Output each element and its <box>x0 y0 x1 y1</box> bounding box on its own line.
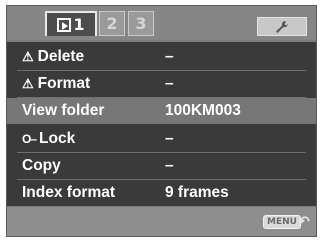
tab-label: 2 <box>106 14 118 33</box>
key-icon: O– <box>22 132 37 146</box>
menu-row-index-format[interactable]: Index format 9 frames <box>7 180 316 206</box>
tab-setup[interactable] <box>257 17 307 36</box>
tab-playback-1[interactable]: 1 <box>45 11 97 36</box>
return-arrow-icon: ↶ <box>298 213 310 229</box>
tab-label: 1 <box>73 15 85 34</box>
menu-row-delete[interactable]: ⚠ Delete – <box>7 44 316 71</box>
warning-icon: ⚠ <box>22 49 34 64</box>
menu-row-view-folder[interactable]: View folder 100KM003 <box>7 98 316 124</box>
row-value: 9 frames <box>165 184 229 201</box>
row-label: O– Lock <box>22 130 76 147</box>
tab-3[interactable]: 3 <box>128 11 154 36</box>
menu-row-lock[interactable]: O– Lock – <box>7 126 316 153</box>
row-label: ⚠ Format <box>22 75 91 92</box>
row-label: ⚠ Delete <box>22 48 85 65</box>
row-value: – <box>165 157 174 174</box>
row-value: – <box>165 130 174 147</box>
playback-icon <box>57 17 72 32</box>
row-value: 100KM003 <box>165 102 241 119</box>
row-label: Index format <box>22 184 116 201</box>
row-label: View folder <box>22 102 105 119</box>
camera-menu-screen: 1 2 3 ⚠ Delete – ⚠ Format – View folder 10… <box>6 5 317 237</box>
row-value: – <box>165 48 174 65</box>
menu-row-format[interactable]: ⚠ Format – <box>7 71 316 98</box>
menu-button-label: MENU <box>267 217 297 227</box>
menu-row-copy[interactable]: Copy – <box>7 153 316 180</box>
wrench-icon <box>276 20 288 33</box>
tab-2[interactable]: 2 <box>99 11 125 36</box>
row-label: Copy <box>22 157 61 174</box>
tab-bar: 1 2 3 <box>7 6 316 40</box>
footer-bar: MENU ↶ <box>7 207 316 236</box>
tab-label: 3 <box>135 14 147 33</box>
menu-list: ⚠ Delete – ⚠ Format – View folder 100KM003… <box>7 42 316 206</box>
menu-button[interactable]: MENU <box>263 215 301 229</box>
row-value: – <box>165 75 174 92</box>
warning-icon: ⚠ <box>22 76 34 91</box>
